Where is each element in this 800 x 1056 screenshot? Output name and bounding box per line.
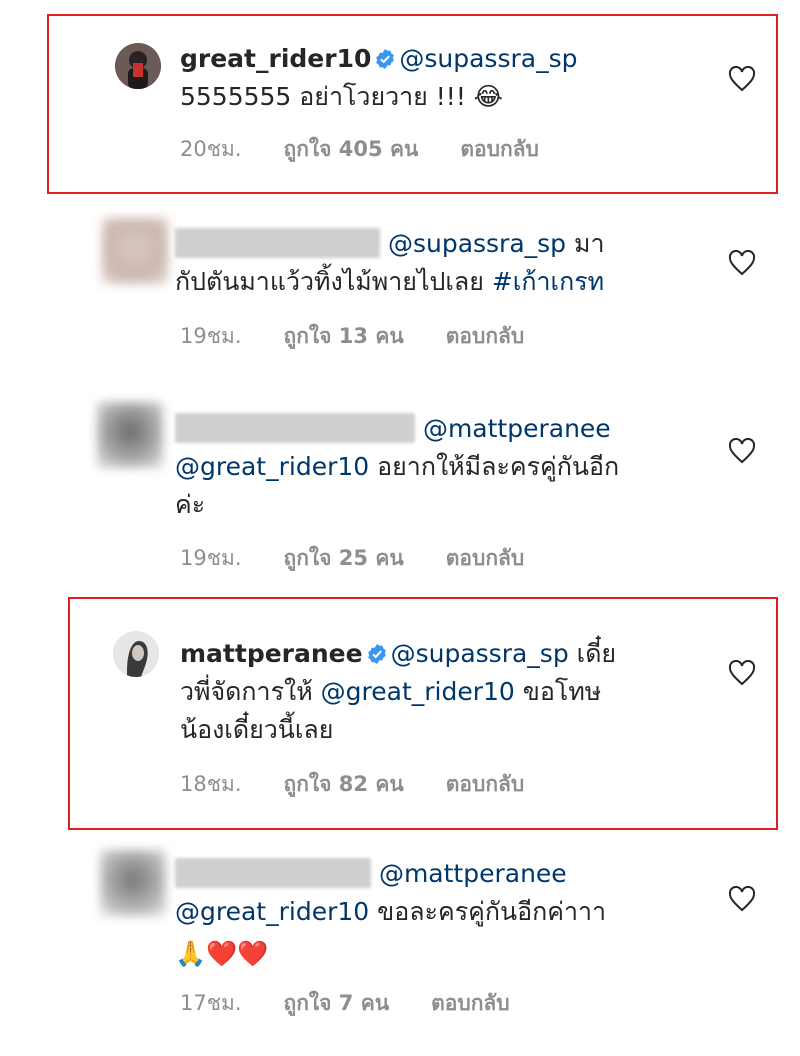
- reply-button[interactable]: ตอบกลับ: [460, 137, 539, 161]
- mention-link[interactable]: @great_rider10: [175, 452, 369, 481]
- timestamp: 19ชม.: [180, 546, 242, 570]
- verified-badge-icon: [367, 644, 386, 664]
- mention-link[interactable]: @great_rider10: [175, 897, 369, 926]
- redacted-username: [175, 228, 380, 258]
- reply-button[interactable]: ตอบกลับ: [446, 772, 525, 796]
- comment-meta: 20ชม. ถูกใจ 405 คน ตอบกลับ: [180, 133, 581, 166]
- comment-meta: 17ชม. ถูกใจ 7 คน ตอบกลับ: [180, 987, 552, 1020]
- timestamp: 18ชม.: [180, 772, 242, 796]
- comment-body: 5555555 อย่าโวยวาย !!! 😂: [180, 82, 503, 111]
- username[interactable]: great_rider10: [180, 44, 371, 73]
- heart-icon[interactable]: [728, 250, 756, 276]
- reply-button[interactable]: ตอบกลับ: [431, 991, 510, 1015]
- reply-button[interactable]: ตอบกลับ: [446, 546, 525, 570]
- timestamp: 20ชม.: [180, 137, 242, 161]
- redacted-username: [175, 858, 371, 888]
- hashtag-link[interactable]: #เก้าเกรท: [492, 267, 604, 296]
- avatar[interactable]: [102, 218, 168, 284]
- comment-meta: 19ชม. ถูกใจ 25 คน ตอบกลับ: [180, 542, 566, 575]
- emoji-reactions: 🙏❤️❤️: [175, 939, 269, 968]
- comment-body: กัปตันมาแว้วทิ้งไม้พายไปเลย: [175, 267, 484, 296]
- heart-icon[interactable]: [728, 66, 756, 92]
- likes-count[interactable]: ถูกใจ 405 คน: [284, 137, 419, 161]
- heart-icon[interactable]: [728, 660, 756, 686]
- mention-link[interactable]: @supassra_sp: [399, 44, 577, 73]
- heart-icon[interactable]: [728, 886, 756, 912]
- comment-body: ค่ะ: [175, 490, 206, 519]
- comment-text: mattperanee @supassra_sp เดี๋ย วพี่จัดการ…: [180, 639, 617, 744]
- mention-link[interactable]: @mattperanee: [379, 859, 567, 888]
- comment-meta: 19ชม. ถูกใจ 13 คน ตอบกลับ: [180, 320, 566, 353]
- reply-button[interactable]: ตอบกลับ: [446, 324, 525, 348]
- comment-text: great_rider10 @supassra_sp 5555555 อย่าโว…: [180, 40, 577, 116]
- mention-link[interactable]: @mattperanee: [423, 414, 611, 443]
- comment-text: @mattperanee @great_rider10 ขอละครคู่กัน…: [175, 855, 606, 973]
- heart-icon[interactable]: [728, 438, 756, 464]
- mention-link[interactable]: @supassra_sp: [388, 229, 566, 258]
- mention-link[interactable]: @supassra_sp: [391, 639, 569, 668]
- avatar[interactable]: [115, 43, 161, 89]
- timestamp: 17ชม.: [180, 991, 242, 1015]
- likes-count[interactable]: ถูกใจ 7 คน: [284, 991, 390, 1015]
- avatar[interactable]: [113, 631, 159, 677]
- avatar[interactable]: [97, 402, 163, 468]
- username[interactable]: mattperanee: [180, 639, 363, 668]
- comment-body: น้องเดี๋ยวนี้เลย: [180, 715, 334, 744]
- comment-meta: 18ชม. ถูกใจ 82 คน ตอบกลับ: [180, 768, 566, 801]
- mention-link[interactable]: @great_rider10: [321, 677, 515, 706]
- timestamp: 19ชม.: [180, 324, 242, 348]
- avatar[interactable]: [100, 850, 166, 916]
- redacted-username: [175, 413, 415, 443]
- likes-count[interactable]: ถูกใจ 13 คน: [284, 324, 404, 348]
- likes-count[interactable]: ถูกใจ 25 คน: [284, 546, 404, 570]
- likes-count[interactable]: ถูกใจ 82 คน: [284, 772, 404, 796]
- comment-text: @mattperanee @great_rider10 อยากให้มีละค…: [175, 413, 620, 519]
- verified-badge-icon: [376, 49, 395, 69]
- comment-text: @supassra_sp มา กัปตันมาแว้วทิ้งไม้พายไป…: [175, 228, 605, 296]
